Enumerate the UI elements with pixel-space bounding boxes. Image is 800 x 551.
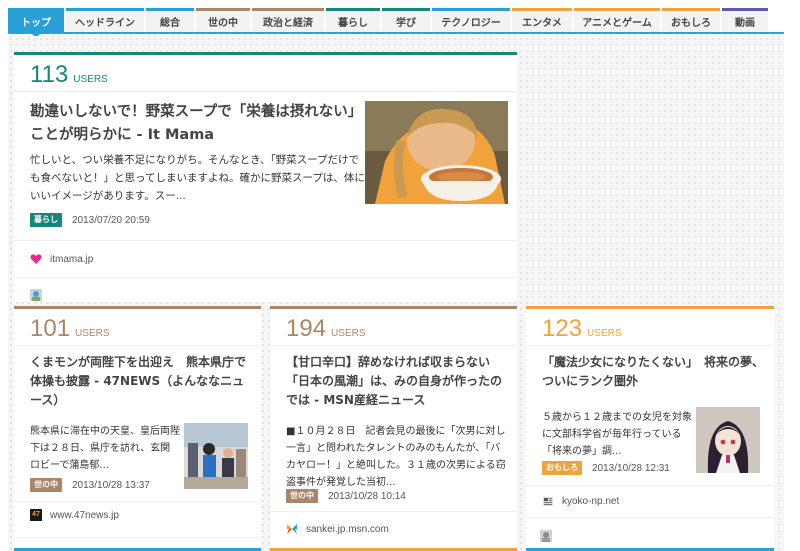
divider — [14, 91, 517, 92]
tab-10[interactable]: おもしろ — [662, 8, 720, 32]
entry-date: 2013/10/28 13:37 — [72, 479, 150, 491]
entry-date: 2013/10/28 10:14 — [328, 490, 406, 502]
entry-meta: 世の中 2013/10/28 13:37 — [30, 478, 150, 492]
entry-excerpt: ■１０月２８日 記者会見の最後に「次男に対し一言」と問われたタレントのみのもんた… — [286, 426, 506, 488]
entry-source-link[interactable]: sankei.jp.msn.com — [286, 523, 389, 535]
tab-0[interactable]: トップ — [8, 8, 64, 38]
bookmark-count-number: 123 — [542, 315, 583, 342]
entry-card[interactable]: 101 USERS くまモンが両陛下を出迎え 熊本県庁で体操も披露 - 47NE… — [14, 306, 261, 551]
entry-date: 2013/07/20 20:59 — [72, 214, 150, 226]
divider — [270, 511, 517, 512]
tab-5[interactable]: 暮らし — [326, 8, 380, 32]
users-label: USERS — [75, 328, 110, 339]
category-badge[interactable]: 世の中 — [30, 478, 62, 492]
users-label: USERS — [73, 74, 108, 85]
category-badge[interactable]: 暮らし — [30, 213, 62, 227]
heart-favicon-icon — [30, 253, 42, 265]
bookmark-count[interactable]: 194 USERS — [270, 309, 517, 343]
entry-card[interactable]: 123 USERS 「魔法少女になりたくない」 将来の夢、ついにランク圏外 ５歳… — [526, 306, 774, 551]
entry-card[interactable]: 194 USERS 【甘口辛口】辞めなければ収まらない「日本の風潮」は、みの自身… — [270, 306, 517, 551]
bookmark-count-number: 113 — [30, 61, 69, 88]
child-eating-soup-image — [365, 101, 508, 204]
entry-title-link[interactable]: くまモンが両陛下を出迎え 熊本県庁で体操も披露 - 47NEWS（よんななニュー… — [30, 353, 256, 410]
divider — [14, 277, 517, 278]
category-badge[interactable]: 世の中 — [286, 489, 318, 503]
bookmark-count[interactable]: 113 USERS — [14, 55, 517, 89]
divider — [14, 240, 517, 241]
divider — [14, 537, 261, 538]
anime-girl-image — [696, 407, 760, 473]
entry-excerpt: ５歳から１２歳までの女児を対象に文部科学省が毎年行っている「将来の夢」調... — [542, 412, 692, 457]
comment-user-icon[interactable] — [30, 286, 42, 301]
entry-source-domain: www.47news.jp — [50, 509, 119, 521]
tab-11[interactable]: 動画 — [722, 8, 768, 32]
entry-source-domain: kyoko-np.net — [562, 495, 620, 507]
divider — [14, 345, 261, 346]
tab-4[interactable]: 政治と経済 — [252, 8, 324, 32]
tab-9[interactable]: アニメとゲーム — [574, 8, 660, 32]
bookmark-count-number: 194 — [286, 315, 327, 342]
category-badge[interactable]: おもしろ — [542, 461, 582, 475]
divider — [14, 501, 261, 502]
entry-title-link[interactable]: 【甘口辛口】辞めなければ収まらない「日本の風潮」は、みの自身が作ったのでは - … — [286, 353, 512, 410]
news-favicon-icon: 47 — [30, 509, 42, 521]
entry-source-domain: itmama.jp — [50, 253, 94, 265]
entry-excerpt: 忙しいと、つい栄養不足になりがち。そんなとき、「野菜スープだけでも食べないと！」… — [30, 154, 365, 202]
tab-1[interactable]: ヘッドライン — [66, 8, 144, 32]
tab-6[interactable]: 学び — [382, 8, 430, 32]
tab-3[interactable]: 世の中 — [196, 8, 250, 32]
entry-thumbnail[interactable] — [184, 423, 248, 489]
featured-entry-card[interactable]: 113 USERS 勘違いしないで！野菜スープで「栄養は摂れない」ことが明らかに… — [14, 52, 517, 302]
divider — [526, 517, 774, 518]
entry-thumbnail[interactable] — [365, 101, 508, 204]
entry-source-link[interactable]: 47 www.47news.jp — [30, 509, 119, 521]
users-label: USERS — [331, 328, 366, 339]
entry-meta: 世の中 2013/10/28 10:14 — [286, 489, 406, 503]
tab-8[interactable]: エンタメ — [512, 8, 572, 32]
msn-butterfly-favicon-icon — [286, 523, 298, 535]
entry-meta: 暮らし 2013/07/20 20:59 — [30, 213, 150, 227]
entry-title-link[interactable]: 勘違いしないで！野菜スープで「栄養は摂れない」ことが明らかに - It Mama — [30, 101, 360, 147]
tab-2[interactable]: 総合 — [146, 8, 194, 32]
entry-source-link[interactable]: kyoko-np.net — [542, 495, 619, 507]
entry-title-link[interactable]: 「魔法少女になりたくない」 将来の夢、ついにランク圏外 — [542, 353, 764, 391]
bookmark-count[interactable]: 123 USERS — [526, 309, 774, 343]
comment-user-icon[interactable] — [540, 527, 552, 542]
bookmark-count[interactable]: 101 USERS — [14, 309, 261, 343]
tab-7[interactable]: テクノロジー — [432, 8, 510, 32]
bookmark-count-number: 101 — [30, 315, 71, 342]
divider — [526, 485, 774, 486]
entry-thumbnail[interactable] — [696, 407, 760, 473]
divider — [526, 345, 774, 346]
tab-bar-underline — [8, 32, 784, 34]
entry-meta: おもしろ 2013/10/28 12:31 — [542, 461, 670, 475]
newspaper-favicon-icon — [542, 495, 554, 507]
entry-source-link[interactable]: itmama.jp — [30, 253, 93, 265]
entry-excerpt: 熊本県に滞在中の天皇、皇后両陛下は２８日、県庁を訪れ、玄関ロビーで蒲島郁... — [30, 426, 180, 471]
entry-source-domain: sankei.jp.msn.com — [306, 523, 389, 535]
divider — [270, 345, 517, 346]
kumamon-event-image — [184, 423, 248, 489]
entry-date: 2013/10/28 12:31 — [592, 462, 670, 474]
users-label: USERS — [587, 328, 622, 339]
